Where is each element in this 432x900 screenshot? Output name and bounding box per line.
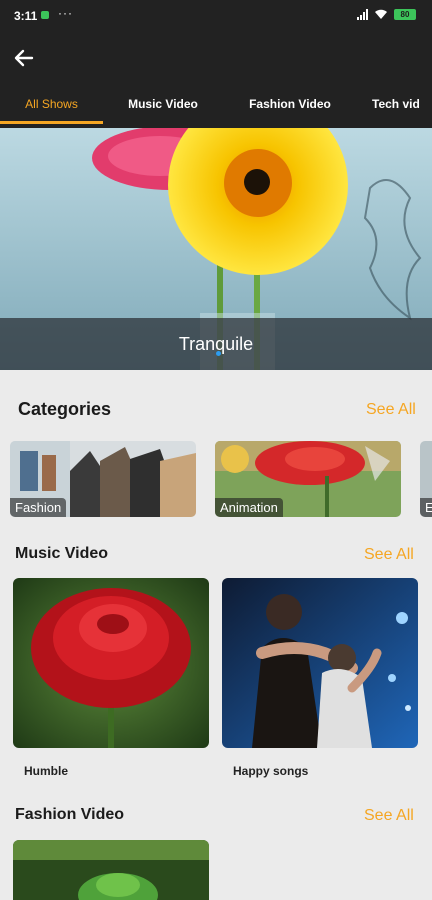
battery-icon: 80 <box>394 9 416 20</box>
notification-icon <box>41 11 49 19</box>
tab-all-shows[interactable]: All Shows <box>0 86 103 128</box>
status-time: 3:11 <box>14 9 38 23</box>
fashion-video-title: Fashion Video <box>15 806 125 823</box>
category-tabs: All Shows Music Video Fashion Video Tech… <box>0 86 432 128</box>
carousel-indicator <box>216 351 221 356</box>
tab-fashion-video[interactable]: Fashion Video <box>226 86 354 128</box>
video-card-happy-songs[interactable] <box>222 578 418 748</box>
category-card-partial[interactable]: E <box>420 441 432 517</box>
back-arrow-icon[interactable] <box>12 46 36 70</box>
category-label: Fashion <box>10 498 67 517</box>
music-video-see-all-link[interactable]: See All <box>364 546 414 564</box>
fashion-video-see-all-link[interactable]: See All <box>364 807 414 825</box>
app-bar <box>0 30 432 86</box>
status-bar: 3:11 ··· 80 <box>0 0 432 30</box>
tab-tech-video[interactable]: Tech vid <box>372 86 432 128</box>
video-title: Happy songs <box>233 764 309 778</box>
wifi-icon <box>375 9 387 19</box>
rose-thumbnail <box>13 578 209 748</box>
category-card-fashion[interactable]: Fashion <box>10 441 196 517</box>
more-notifications-icon: ··· <box>58 6 73 20</box>
category-card-animation[interactable]: Animation <box>215 441 401 517</box>
hero-banner[interactable]: Tranquile <box>0 128 432 370</box>
signal-icon <box>357 9 368 20</box>
video-card-humble[interactable] <box>13 578 209 748</box>
concert-thumbnail <box>222 578 418 748</box>
category-label: Animation <box>215 498 283 517</box>
tab-music-video[interactable]: Music Video <box>108 86 218 128</box>
category-label: E <box>420 498 432 517</box>
categories-see-all-link[interactable]: See All <box>366 401 416 419</box>
tree-thumbnail <box>13 840 209 900</box>
music-video-title: Music Video <box>15 545 109 562</box>
video-title: Humble <box>24 764 69 778</box>
categories-title: Categories <box>18 399 112 419</box>
video-card-fashion[interactable] <box>13 840 209 900</box>
